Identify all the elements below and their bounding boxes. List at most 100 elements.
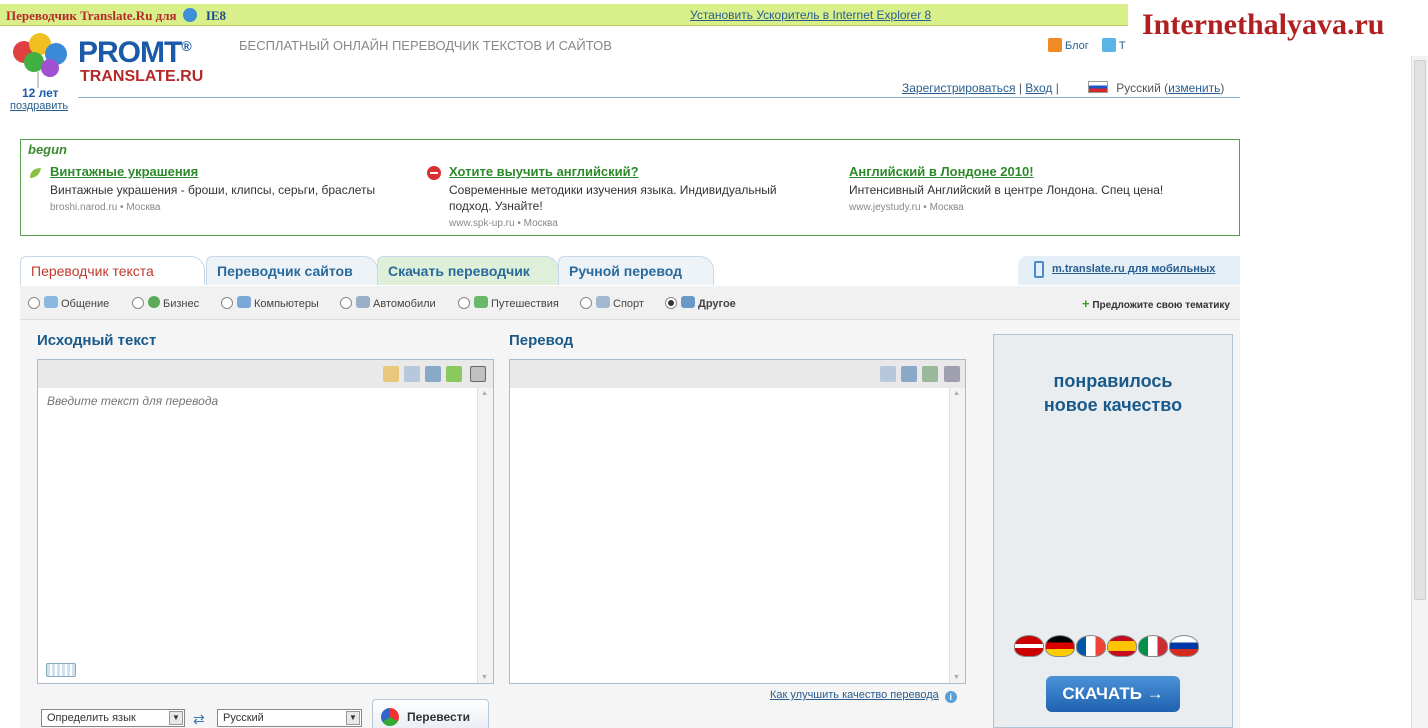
radio[interactable] bbox=[221, 297, 233, 309]
tab-download-translator[interactable]: Скачать переводчик bbox=[377, 256, 559, 285]
copy-icon[interactable] bbox=[880, 366, 896, 382]
radio[interactable] bbox=[580, 297, 592, 309]
chevron-down-icon: ▼ bbox=[346, 711, 360, 725]
watermark: Internethalyava.ru bbox=[1142, 8, 1385, 41]
ad-url: broshi.narod.ru • Москва bbox=[50, 202, 161, 213]
blog-link[interactable]: Блог bbox=[1065, 40, 1089, 52]
translation-title: Перевод bbox=[509, 332, 574, 349]
radio[interactable] bbox=[28, 297, 40, 309]
stop-icon bbox=[427, 166, 441, 180]
print-icon[interactable] bbox=[944, 366, 960, 382]
spellcheck-icon[interactable] bbox=[446, 366, 462, 382]
spanish-flag-icon bbox=[1107, 635, 1137, 657]
copy-icon[interactable] bbox=[404, 366, 420, 382]
target-language-select[interactable]: Русский ▼ bbox=[217, 709, 362, 727]
translate-icon bbox=[381, 708, 399, 726]
browser-promo-bar: Переводчик Translate.Ru для IE8 Установи… bbox=[0, 4, 1128, 26]
download-banner[interactable]: понравилось новое качество СКАЧАТЬ → bbox=[993, 334, 1233, 728]
car-icon bbox=[356, 296, 370, 308]
bars-icon bbox=[681, 296, 695, 308]
banner-download-button[interactable]: СКАЧАТЬ → bbox=[1046, 676, 1180, 712]
tab-site-translator[interactable]: Переводчик сайтов bbox=[206, 256, 378, 285]
source-pane bbox=[37, 359, 494, 684]
radio-selected[interactable] bbox=[665, 297, 677, 309]
chevron-down-icon: ▼ bbox=[169, 711, 183, 725]
italian-flag-icon bbox=[1138, 635, 1168, 657]
clear-icon[interactable] bbox=[901, 366, 917, 382]
ad-description: Современные методики изучения языка. Инд… bbox=[449, 183, 777, 213]
ad-description: Винтажные украшения - броши, клипсы, сер… bbox=[50, 183, 376, 197]
topic-other[interactable]: Другое bbox=[665, 296, 736, 310]
phone-icon bbox=[1034, 261, 1044, 278]
balloons-logo-icon bbox=[13, 33, 67, 88]
ad-brand[interactable]: begun bbox=[28, 142, 67, 157]
clear-icon[interactable] bbox=[425, 366, 441, 382]
translate-ru-logo: TRANSLATE.RU bbox=[80, 68, 204, 85]
source-title: Исходный текст bbox=[37, 332, 157, 349]
site-tagline: БЕСПЛАТНЫЙ ОНЛАЙН ПЕРЕВОДЧИК ТЕКСТОВ И С… bbox=[239, 38, 612, 53]
paste-icon[interactable] bbox=[383, 366, 399, 382]
tab-manual-translation[interactable]: Ручной перевод bbox=[558, 256, 714, 285]
improve-quality-link[interactable]: Как улучшить качество перевода i bbox=[770, 689, 957, 703]
radio[interactable] bbox=[458, 297, 470, 309]
french-flag-icon bbox=[1076, 635, 1106, 657]
topic-computers[interactable]: Компьютеры bbox=[221, 296, 319, 310]
keyboard-icon[interactable] bbox=[46, 663, 76, 677]
uk-flag-icon bbox=[1014, 635, 1044, 657]
page-scrollbar[interactable] bbox=[1411, 56, 1428, 728]
plus-icon: + bbox=[1081, 296, 1090, 311]
mobile-version-link[interactable]: m.translate.ru для мобильных bbox=[1018, 256, 1240, 285]
ad-title[interactable]: Хотите выучить английский? bbox=[449, 164, 819, 179]
ad-item: Английский в Лондоне 2010! Интенсивный А… bbox=[849, 164, 1219, 213]
radio[interactable] bbox=[132, 297, 144, 309]
russian-flag-icon bbox=[1169, 635, 1199, 657]
chat-icon bbox=[44, 296, 58, 308]
source-scrollbar[interactable] bbox=[477, 388, 493, 683]
leaf-icon bbox=[28, 166, 42, 180]
translation-toolbar bbox=[510, 360, 965, 388]
twitter-icon[interactable] bbox=[1101, 38, 1116, 52]
install-accelerator-link[interactable]: Установить Ускоритель в Internet Explore… bbox=[690, 8, 931, 22]
save-icon[interactable] bbox=[922, 366, 938, 382]
ad-block: begun Винтажные украшения Винтажные укра… bbox=[20, 139, 1240, 236]
swap-languages-icon[interactable]: ⇄ bbox=[193, 711, 213, 727]
login-link[interactable]: Вход bbox=[1025, 81, 1052, 95]
ad-title[interactable]: Английский в Лондоне 2010! bbox=[849, 164, 1219, 179]
topic-sport[interactable]: Спорт bbox=[580, 296, 644, 310]
ad-title[interactable]: Винтажные украшения bbox=[50, 164, 420, 179]
radio[interactable] bbox=[340, 297, 352, 309]
ad-item: Хотите выучить английский? Современные м… bbox=[427, 164, 819, 229]
monitor-icon bbox=[237, 296, 251, 308]
change-language-link[interactable]: изменить bbox=[1168, 81, 1220, 95]
ad-url: www.spk-up.ru • Москва bbox=[449, 218, 558, 229]
source-language-select[interactable]: Определить язык ▼ bbox=[41, 709, 185, 727]
congratulate-link[interactable]: поздравить bbox=[10, 100, 68, 112]
translate-button[interactable]: Перевести bbox=[372, 699, 489, 728]
tab-bar: Переводчик текста Переводчик сайтов Скач… bbox=[20, 256, 1240, 286]
rss-icon[interactable] bbox=[1048, 38, 1062, 52]
register-link[interactable]: Зарегистрироваться bbox=[902, 81, 1015, 95]
ie-label: IE8 bbox=[205, 8, 227, 23]
ad-url: www.jeystudy.ru • Москва bbox=[849, 202, 964, 213]
promt-logo[interactable]: PROMT® bbox=[78, 36, 192, 70]
bicycle-icon bbox=[596, 296, 610, 308]
ad-item: Винтажные украшения Винтажные украшения … bbox=[30, 164, 420, 213]
ad-description: Интенсивный Английский в центре Лондона.… bbox=[849, 183, 1164, 197]
translation-output[interactable] bbox=[510, 388, 949, 683]
dictionary-icon[interactable] bbox=[470, 366, 486, 382]
german-flag-icon bbox=[1045, 635, 1075, 657]
auth-links: Зарегистрироваться | Вход | Русский (изм… bbox=[902, 81, 1225, 95]
topic-cars[interactable]: Автомобили bbox=[340, 296, 436, 310]
source-text-input[interactable] bbox=[38, 388, 477, 683]
header-divider bbox=[78, 97, 1240, 98]
topic-business[interactable]: Бизнес bbox=[132, 296, 199, 310]
translation-scrollbar[interactable] bbox=[949, 388, 965, 683]
social-links: Блог T bbox=[1048, 38, 1126, 52]
topic-communication[interactable]: Общение bbox=[28, 296, 109, 310]
separator: | bbox=[1018, 81, 1022, 95]
twitter-link[interactable]: T bbox=[1119, 40, 1126, 52]
topic-travel[interactable]: Путешествия bbox=[458, 296, 559, 310]
suggest-topic-link[interactable]: + Предложите свою тематику bbox=[1082, 296, 1230, 311]
tab-text-translator[interactable]: Переводчик текста bbox=[20, 256, 205, 285]
scrollbar-thumb[interactable] bbox=[1414, 60, 1426, 600]
